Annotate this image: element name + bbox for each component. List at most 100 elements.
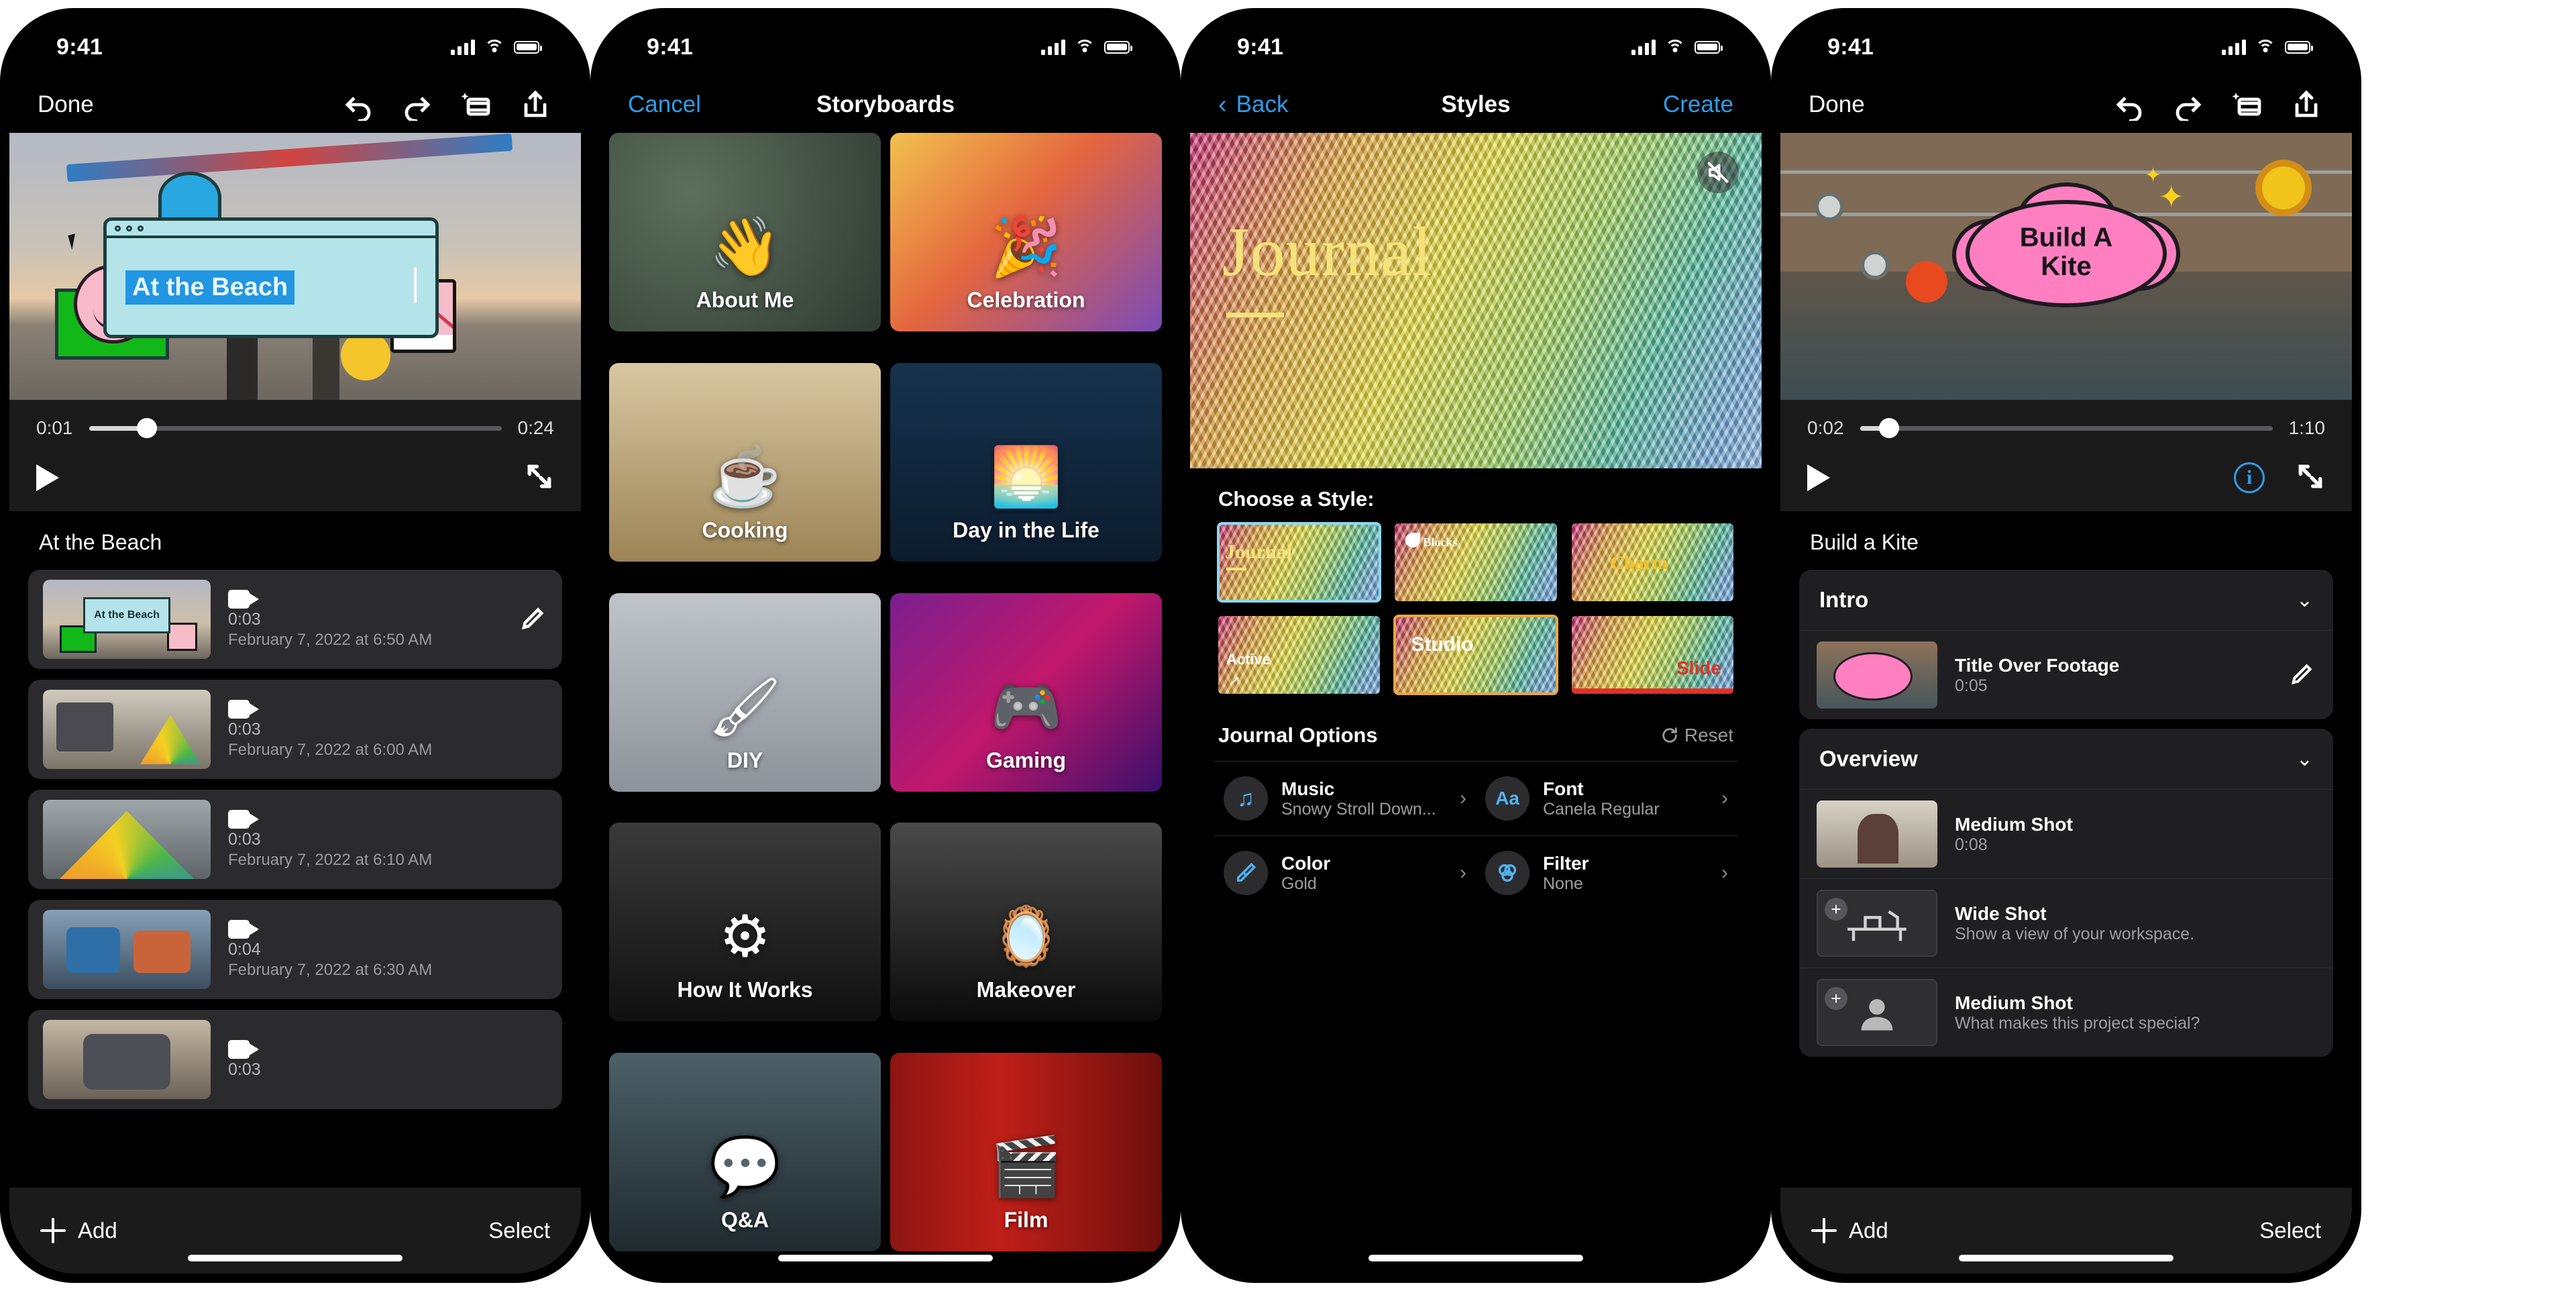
choose-style-label: Choose a Style: — [1190, 468, 1762, 523]
done-button[interactable]: Done — [1809, 91, 1865, 118]
share-icon[interactable] — [518, 87, 553, 122]
option-color[interactable]: Color Gold › — [1214, 835, 1476, 910]
redo-icon[interactable] — [400, 87, 435, 122]
style-name: Studio — [1411, 633, 1474, 656]
clip-list[interactable]: At the Beach 0:03 February 7, 2022 at 6:… — [9, 570, 581, 1188]
text-caret — [414, 268, 417, 303]
option-value: Snowy Stroll Down... — [1281, 799, 1436, 819]
storyboard-section-list[interactable]: Intro ⌄ Title Over Footage 0:05 Overview… — [1780, 570, 2352, 1188]
section-header-overview[interactable]: Overview ⌄ — [1799, 729, 2333, 789]
select-button[interactable]: Select — [2259, 1218, 2321, 1243]
storyboard-tile-day-in-the-life[interactable]: 🌅 Day in the Life — [890, 362, 1162, 562]
style-tile-blocks[interactable]: Blocks — [1395, 523, 1557, 601]
phone-2: 9:41 Cancel Storyboards 👋 About Me 🎉 Cel… — [590, 8, 1181, 1283]
status-indicators — [2222, 39, 2313, 55]
magic-movie-icon[interactable] — [2230, 87, 2265, 122]
storyboard-tile-about-me[interactable]: 👋 About Me — [609, 133, 881, 331]
eyedropper-icon — [1224, 851, 1268, 895]
phone-1-preview[interactable]: At the Beach — [9, 133, 581, 400]
cancel-button[interactable]: Cancel — [628, 91, 701, 118]
shot-row[interactable]: Medium Shot 0:08 — [1799, 789, 2333, 878]
storyboard-tile-gaming[interactable]: 🎮 Gaming — [890, 592, 1162, 792]
fullscreen-icon[interactable] — [2296, 462, 2325, 495]
select-button[interactable]: Select — [488, 1218, 550, 1243]
style-options-grid[interactable]: ♫ Music Snowy Stroll Down... › Aa Font C… — [1190, 761, 1762, 910]
chevron-down-icon[interactable]: ⌄ — [2296, 588, 2313, 612]
phone-3-preview[interactable]: Journal — [1190, 133, 1762, 468]
shot-placeholder-thumbnail[interactable]: + — [1817, 890, 1937, 957]
clip-row-5[interactable]: 0:03 — [28, 1010, 562, 1109]
status-indicators — [451, 39, 542, 55]
play-button[interactable] — [36, 464, 59, 491]
style-tile-studio[interactable]: Studio — [1393, 615, 1558, 695]
reset-label: Reset — [1684, 725, 1733, 745]
storyboard-tile-diy[interactable]: 🖌 DIY — [609, 592, 881, 792]
option-filter[interactable]: Filter None › — [1476, 835, 1737, 910]
project-title: Build a Kite — [1780, 511, 2352, 570]
status-time: 9:41 — [647, 34, 694, 60]
clip-row-4[interactable]: 0:04 February 7, 2022 at 6:30 AM — [28, 900, 562, 999]
phone-4-preview[interactable]: Build A Kite ✦ ✦ — [1780, 133, 2352, 400]
reset-button[interactable]: Reset — [1660, 725, 1733, 746]
director-chair-icon: 🎬 — [989, 1135, 1063, 1200]
clip-row-2[interactable]: 0:03 February 7, 2022 at 6:00 AM — [28, 680, 562, 779]
timeline-slider[interactable] — [89, 418, 502, 438]
add-button[interactable]: Add — [1811, 1218, 1888, 1243]
phone-1-screen: 9:41 Done At the Beach 0:01 0:24 At the … — [9, 17, 581, 1274]
gear-icon: ⚙ — [718, 904, 771, 970]
timeline-slider[interactable] — [1860, 418, 2273, 438]
shot-title: Medium Shot — [1955, 992, 2073, 1013]
style-tile-slide[interactable]: Slide — [1571, 616, 1733, 694]
style-tile-charm[interactable]: Charm — [1571, 523, 1733, 601]
storyboard-tile-cooking[interactable]: ☕ Cooking — [609, 362, 881, 562]
title-card-window[interactable]: At the Beach — [103, 217, 439, 338]
create-button[interactable]: Create — [1663, 91, 1733, 118]
info-icon[interactable]: i — [2234, 462, 2265, 493]
add-shot-icon[interactable]: + — [1825, 898, 1847, 921]
storyboard-grid[interactable]: 👋 About Me 🎉 Celebration ☕ Cooking 🌅 Day… — [600, 133, 1171, 1274]
section-name: Intro — [1819, 587, 1869, 612]
storyboard-tile-qa[interactable]: 💬 Q&A — [609, 1053, 881, 1252]
shot-row[interactable]: Title Over Footage 0:05 — [1799, 630, 2333, 719]
mute-icon[interactable] — [1697, 152, 1739, 193]
option-music[interactable]: ♫ Music Snowy Stroll Down... › — [1214, 761, 1476, 835]
style-tile-active[interactable]: Active ↗ — [1218, 616, 1381, 694]
magic-movie-icon[interactable] — [459, 87, 494, 122]
shot-placeholder-thumbnail[interactable]: + — [1817, 979, 1937, 1046]
storyboard-tile-makeover[interactable]: 🪞 Makeover — [890, 823, 1162, 1022]
phone-3: 9:41 ‹ Back Styles Create Journal Choose… — [1181, 8, 1771, 1283]
battery-icon — [2285, 40, 2313, 54]
chevron-down-icon[interactable]: ⌄ — [2296, 747, 2313, 771]
style-tile-journal[interactable]: Journal — [1216, 522, 1382, 603]
edit-pencil-icon[interactable] — [519, 604, 547, 635]
play-button[interactable] — [1807, 464, 1830, 491]
storyboard-tile-celebration[interactable]: 🎉 Celebration — [890, 133, 1162, 331]
shot-row[interactable]: + Medium Shot What makes this project sp… — [1799, 968, 2333, 1057]
storyboard-tile-film[interactable]: 🎬 Film — [890, 1053, 1162, 1252]
shot-subtitle: What makes this project special? — [1955, 1013, 2200, 1033]
kite-workshop-scene: Build A Kite ✦ ✦ — [1780, 133, 2352, 400]
storyboard-tile-how-it-works[interactable]: ⚙ How It Works — [609, 823, 881, 1022]
add-button[interactable]: Add — [40, 1218, 117, 1243]
back-button[interactable]: ‹ Back — [1218, 91, 1288, 118]
shot-row[interactable]: + Wide Shot Show a view of your workspac… — [1799, 878, 2333, 968]
clip-thumbnail — [43, 690, 211, 769]
redo-icon[interactable] — [2171, 87, 2206, 122]
clip-thumbnail — [43, 800, 211, 879]
edit-pencil-icon[interactable] — [2289, 660, 2316, 690]
tile-label: How It Works — [677, 978, 813, 1002]
done-button[interactable]: Done — [38, 91, 94, 118]
notch — [1368, 17, 1583, 59]
option-font[interactable]: Aa Font Canela Regular › — [1476, 761, 1737, 835]
share-icon[interactable] — [2289, 87, 2324, 122]
back-label[interactable]: Back — [1236, 91, 1289, 118]
option-value: None — [1543, 874, 1583, 893]
style-grid[interactable]: Journal Blocks Charm Active ↗ Studio Sli… — [1190, 522, 1762, 701]
section-header-intro[interactable]: Intro ⌄ — [1799, 570, 2333, 630]
clip-row-3[interactable]: 0:03 February 7, 2022 at 6:10 AM — [28, 790, 562, 889]
clip-row-1[interactable]: At the Beach 0:03 February 7, 2022 at 6:… — [28, 570, 562, 669]
add-shot-icon[interactable]: + — [1825, 987, 1847, 1010]
undo-icon[interactable] — [2112, 87, 2147, 122]
undo-icon[interactable] — [341, 87, 376, 122]
fullscreen-icon[interactable] — [525, 462, 554, 495]
